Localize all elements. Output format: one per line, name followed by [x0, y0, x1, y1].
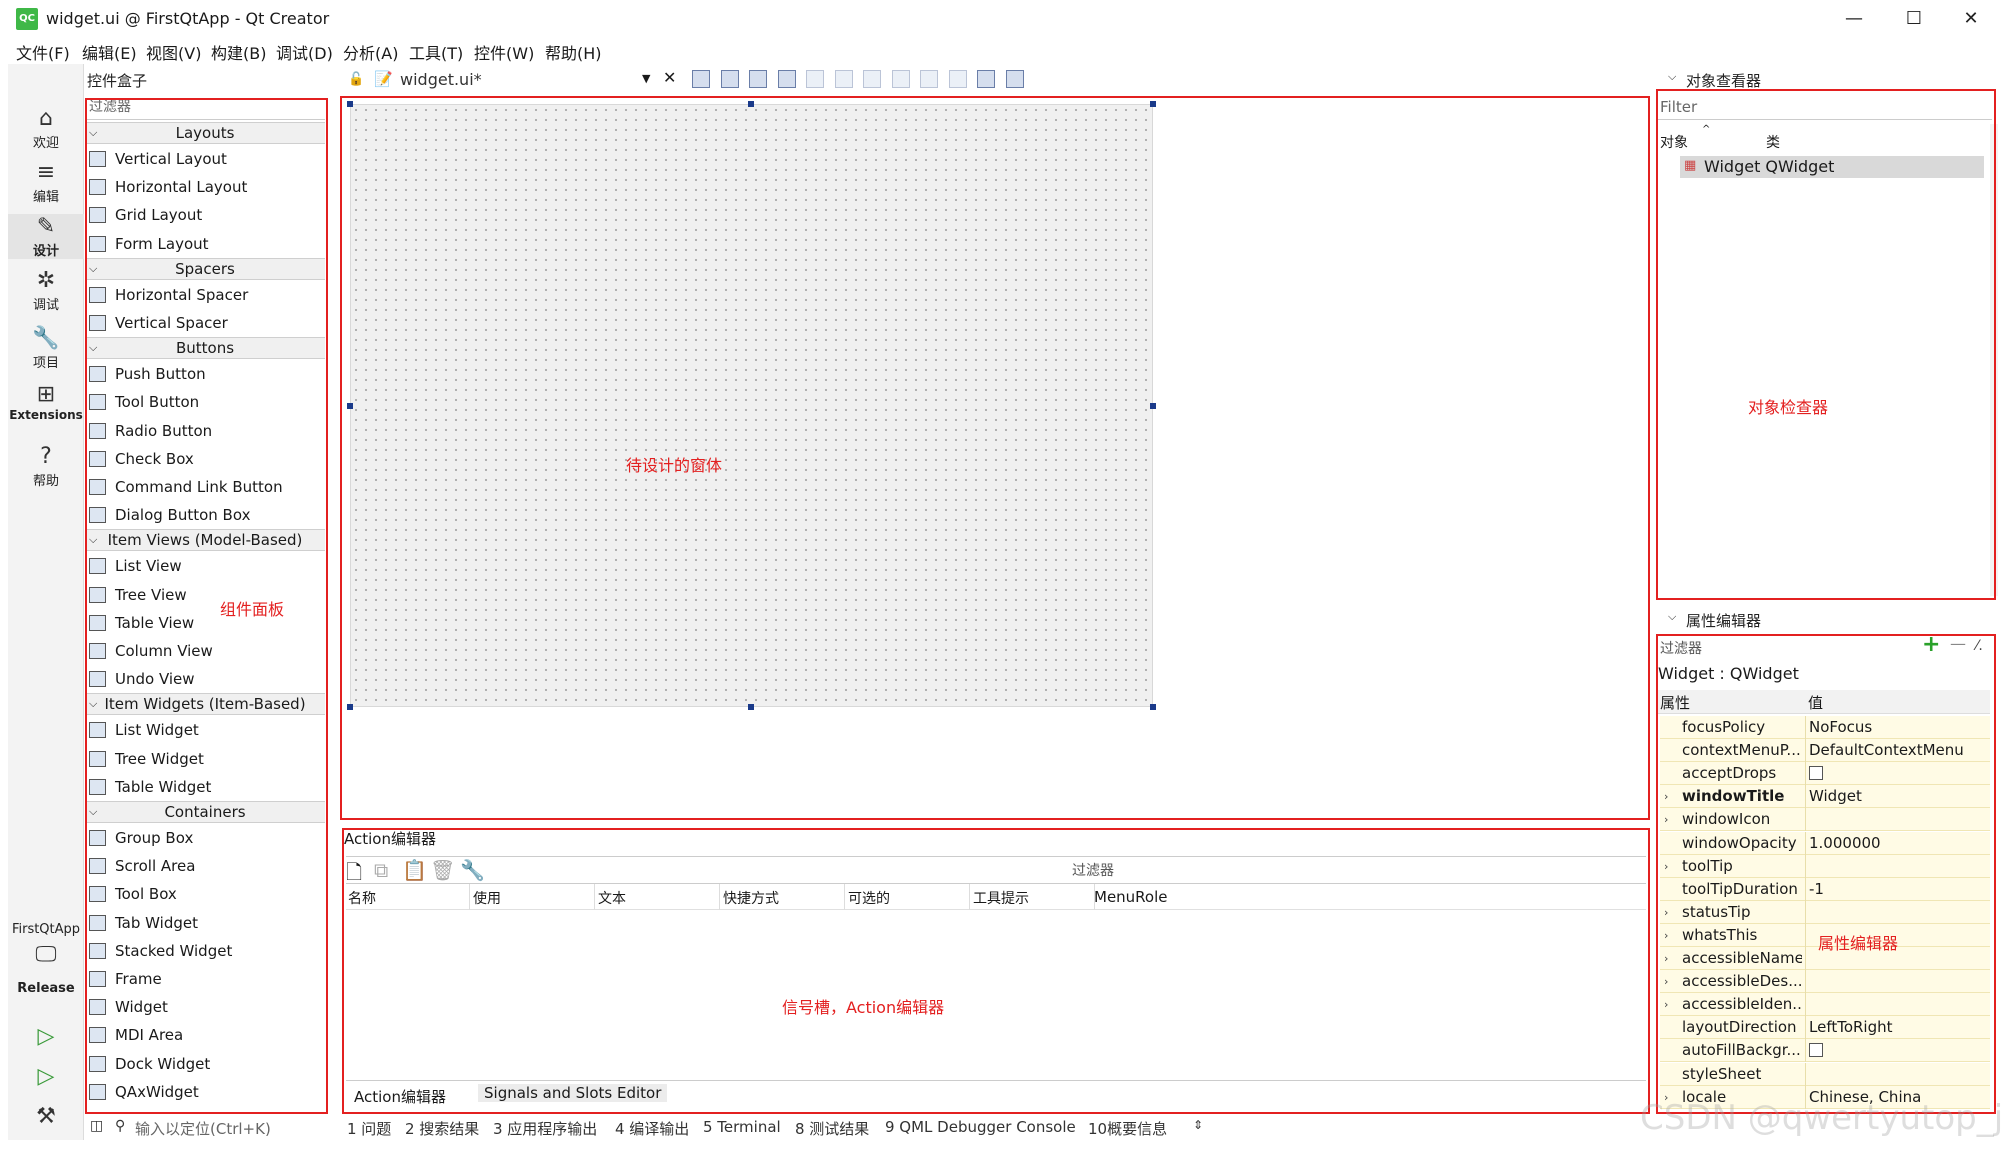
- minimize-button[interactable]: —: [1826, 4, 1882, 34]
- mode-design[interactable]: ✎ 设计: [8, 214, 84, 259]
- action-editor-highlight: [342, 828, 1650, 1114]
- locator-search-icon: ⚲: [115, 1118, 126, 1134]
- lock-icon: 🔓: [348, 72, 365, 87]
- mode-label: 编辑: [32, 190, 59, 205]
- edit-icon: ≡: [36, 160, 56, 185]
- layout-toolbar-icon[interactable]: [749, 70, 767, 88]
- menu-item-8[interactable]: 帮助(H): [545, 40, 602, 64]
- layout-toolbar-icon[interactable]: [692, 70, 710, 88]
- property-editor-annotation: 属性编辑器: [1818, 934, 1899, 953]
- wrench-icon: 🔧: [32, 326, 60, 351]
- menu-item-1[interactable]: 编辑(E): [82, 40, 137, 64]
- layout-toolbar-icon[interactable]: [777, 70, 796, 88]
- output-pane-button[interactable]: 10概要信息: [1088, 1118, 1167, 1139]
- mode-edit[interactable]: ≡ 编辑: [8, 160, 84, 205]
- mode-wrench[interactable]: 🔧 项目: [8, 326, 84, 371]
- window-title: widget.ui @ FirstQtApp - Qt Creator: [46, 9, 330, 28]
- mode-home[interactable]: ⌂ 欢迎: [8, 106, 84, 151]
- close-button[interactable]: ✕: [1943, 4, 1999, 34]
- ui-file-icon: 📝: [374, 70, 393, 88]
- layout-toolbar-icon[interactable]: [806, 70, 824, 88]
- csdn-watermark: CSDN @qwertyutop_j: [1640, 1098, 2004, 1138]
- object-inspector-highlight: [1656, 89, 1996, 600]
- mode-help[interactable]: ? 帮助: [8, 444, 84, 489]
- mode-label: 欢迎: [32, 136, 59, 151]
- help-icon: ?: [40, 444, 52, 469]
- widget-panel-highlight: [85, 98, 328, 1114]
- run-button[interactable]: ▷: [8, 1024, 84, 1050]
- menu-item-0[interactable]: 文件(F): [16, 40, 70, 64]
- home-icon: ⌂: [39, 106, 53, 131]
- output-pane-toggle-icon[interactable]: ⇕: [1193, 1118, 1203, 1132]
- document-tab-filename[interactable]: widget.ui*: [400, 70, 482, 89]
- toggle-sidebar-icon[interactable]: ◫: [90, 1118, 103, 1134]
- hammer-icon: ⚒: [36, 1104, 56, 1129]
- layout-toolbar-icon[interactable]: [948, 70, 967, 88]
- output-pane-button[interactable]: 8 测试结果: [795, 1118, 869, 1139]
- play-icon: ▷: [37, 1024, 55, 1049]
- build-button[interactable]: ⚒: [8, 1104, 84, 1130]
- mode-label: 项目: [32, 356, 59, 371]
- menu-item-6[interactable]: 工具(T): [409, 40, 463, 64]
- property-editor-collapse-icon[interactable]: ⌵: [1668, 610, 1676, 624]
- menu-item-3[interactable]: 构建(B): [211, 40, 266, 64]
- mode-label: 帮助: [32, 474, 59, 489]
- layout-toolbar-icon[interactable]: [863, 70, 881, 88]
- menu-item-7[interactable]: 控件(W): [474, 40, 534, 64]
- form-annotation: 待设计的窗体: [626, 456, 723, 475]
- output-pane-button[interactable]: 1 问题: [347, 1118, 391, 1139]
- output-pane-button[interactable]: 5 Terminal: [703, 1118, 781, 1136]
- layout-toolbar-icon[interactable]: [1005, 70, 1024, 88]
- document-tab-bar: [342, 66, 1652, 94]
- output-pane-button[interactable]: 2 搜索结果: [405, 1118, 479, 1139]
- build-config-label: Release: [17, 981, 75, 996]
- object-inspector-title: 对象查看器: [1686, 72, 1762, 90]
- object-inspector-annotation: 对象检查器: [1748, 398, 1829, 417]
- widget-box-title: 控件盒子: [87, 72, 148, 90]
- menu-item-4[interactable]: 调试(D): [276, 40, 333, 64]
- action-editor-annotation: 信号槽，Action编辑器: [782, 998, 945, 1017]
- form-editor-highlight: [340, 96, 1650, 820]
- property-editor-highlight: [1656, 634, 1996, 1114]
- mode-label: 调试: [32, 298, 59, 313]
- layout-toolbar-icon[interactable]: [834, 70, 853, 88]
- qt-creator-app-icon: QC: [16, 8, 38, 30]
- mode-debug[interactable]: ✲ 调试: [8, 268, 84, 313]
- mode-label: 设计: [32, 244, 59, 259]
- mode-extensions[interactable]: ⊞ Extensions: [8, 382, 84, 423]
- mode-label: Extensions: [9, 408, 83, 422]
- document-dropdown-chevron-icon[interactable]: ▼: [642, 72, 650, 85]
- design-icon: ✎: [36, 214, 56, 239]
- output-pane-button[interactable]: 4 编译输出: [615, 1118, 689, 1139]
- layout-toolbar-icon[interactable]: [891, 70, 910, 88]
- object-inspector-collapse-icon[interactable]: ⌵: [1668, 70, 1676, 84]
- kit-selector[interactable]: 🖵: [8, 942, 84, 968]
- layout-toolbar-icon[interactable]: [720, 70, 739, 88]
- maximize-button[interactable]: ☐: [1886, 4, 1942, 34]
- debug-play-icon: ▷: [37, 1064, 55, 1089]
- locator-input[interactable]: 输入以定位(Ctrl+K): [135, 1118, 271, 1139]
- layout-toolbar-icon[interactable]: [977, 70, 995, 88]
- extensions-icon: ⊞: [36, 382, 56, 407]
- debug-run-button[interactable]: ▷: [8, 1064, 84, 1090]
- mode-selector-bar: ⌂ 欢迎 ≡ 编辑 ✎ 设计 ✲ 调试 🔧 项目 ⊞ Extensions? 帮助 FirstQtApp…: [8, 64, 84, 1140]
- widget-panel-annotation: 组件面板: [220, 600, 285, 619]
- menu-item-5[interactable]: 分析(A): [343, 40, 398, 64]
- property-editor-title: 属性编辑器: [1686, 612, 1762, 630]
- output-pane-button[interactable]: 9 QML Debugger Console: [885, 1118, 1076, 1136]
- debug-icon: ✲: [36, 268, 56, 293]
- layout-toolbar-icon[interactable]: [920, 70, 938, 88]
- monitor-icon: 🖵: [35, 942, 57, 967]
- kit-project-name: FirstQtApp: [11, 922, 81, 937]
- menu-item-2[interactable]: 视图(V): [146, 40, 201, 64]
- close-document-button[interactable]: ✕: [663, 68, 676, 87]
- output-pane-button[interactable]: 3 应用程序输出: [493, 1118, 597, 1139]
